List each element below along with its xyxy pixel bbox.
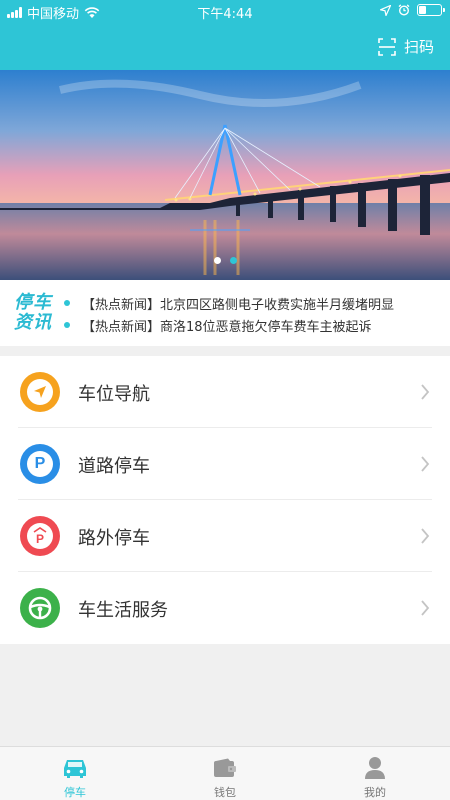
wallet-icon [213, 756, 237, 780]
alarm-icon [398, 4, 410, 16]
banner-image [0, 70, 450, 280]
svg-text:P: P [36, 532, 44, 545]
top-bar: 中国移动 下午4:44 扫码 [0, 0, 450, 70]
tab-parking[interactable]: 停车 [0, 747, 150, 800]
news-list: 【热点新闻】北京四区路侧电子收费实施半月缓堵明显 【热点新闻】商洛18位恶意拖欠… [64, 292, 394, 336]
menu-item-navigation[interactable]: 车位导航 [0, 356, 450, 428]
menu-label: 车生活服务 [78, 600, 168, 621]
service-menu: 车位导航 P 道路停车 P 路外停车 车生活服务 [0, 356, 450, 644]
tab-label: 钱包 [214, 786, 236, 799]
parking-icon: P [20, 444, 60, 484]
chevron-right-icon [421, 528, 430, 544]
chevron-right-icon [421, 384, 430, 400]
menu-label: 车位导航 [78, 384, 150, 405]
tab-bar: 停车 钱包 我的 [0, 746, 450, 800]
news-logo: 停车 资讯 [14, 292, 52, 333]
tab-label: 我的 [364, 786, 386, 799]
menu-item-road-parking[interactable]: P 道路停车 [0, 428, 450, 500]
menu-label: 路外停车 [78, 528, 150, 549]
navigation-icon [20, 372, 60, 412]
tab-me[interactable]: 我的 [300, 747, 450, 800]
news-item[interactable]: 【热点新闻】北京四区路侧电子收费实施半月缓堵明显 [64, 292, 394, 314]
chevron-right-icon [421, 600, 430, 616]
banner-carousel[interactable] [0, 70, 450, 280]
scan-button[interactable]: 扫码 [378, 36, 434, 57]
news-item[interactable]: 【热点新闻】商洛18位恶意拖欠停车费车主被起诉 [64, 314, 394, 336]
steering-wheel-icon [20, 588, 60, 628]
tab-label: 停车 [64, 786, 86, 799]
news-text: 【热点新闻】北京四区路侧电子收费实施半月缓堵明显 [82, 297, 395, 313]
location-arrow-icon [380, 4, 391, 16]
menu-label: 道路停车 [78, 456, 150, 477]
chevron-right-icon [421, 456, 430, 472]
bullet-icon [64, 300, 70, 306]
menu-item-offstreet-parking[interactable]: P 路外停车 [0, 500, 450, 572]
bullet-icon [64, 322, 70, 328]
carousel-dot-active[interactable] [229, 257, 237, 264]
menu-item-car-life-service[interactable]: 车生活服务 [0, 572, 450, 644]
carousel-dot[interactable] [213, 257, 221, 264]
scan-label: 扫码 [403, 38, 434, 56]
scan-icon [378, 37, 396, 56]
offstreet-parking-icon: P [20, 516, 60, 556]
battery-icon [417, 4, 445, 16]
news-text: 【热点新闻】商洛18位恶意拖欠停车费车主被起诉 [82, 319, 372, 335]
tab-wallet[interactable]: 钱包 [150, 747, 300, 800]
car-icon [62, 756, 88, 780]
carousel-indicator [0, 257, 450, 264]
user-icon [364, 756, 386, 780]
news-section: 停车 资讯 【热点新闻】北京四区路侧电子收费实施半月缓堵明显 【热点新闻】商洛1… [0, 280, 450, 346]
status-bar: 中国移动 下午4:44 [0, 0, 450, 22]
